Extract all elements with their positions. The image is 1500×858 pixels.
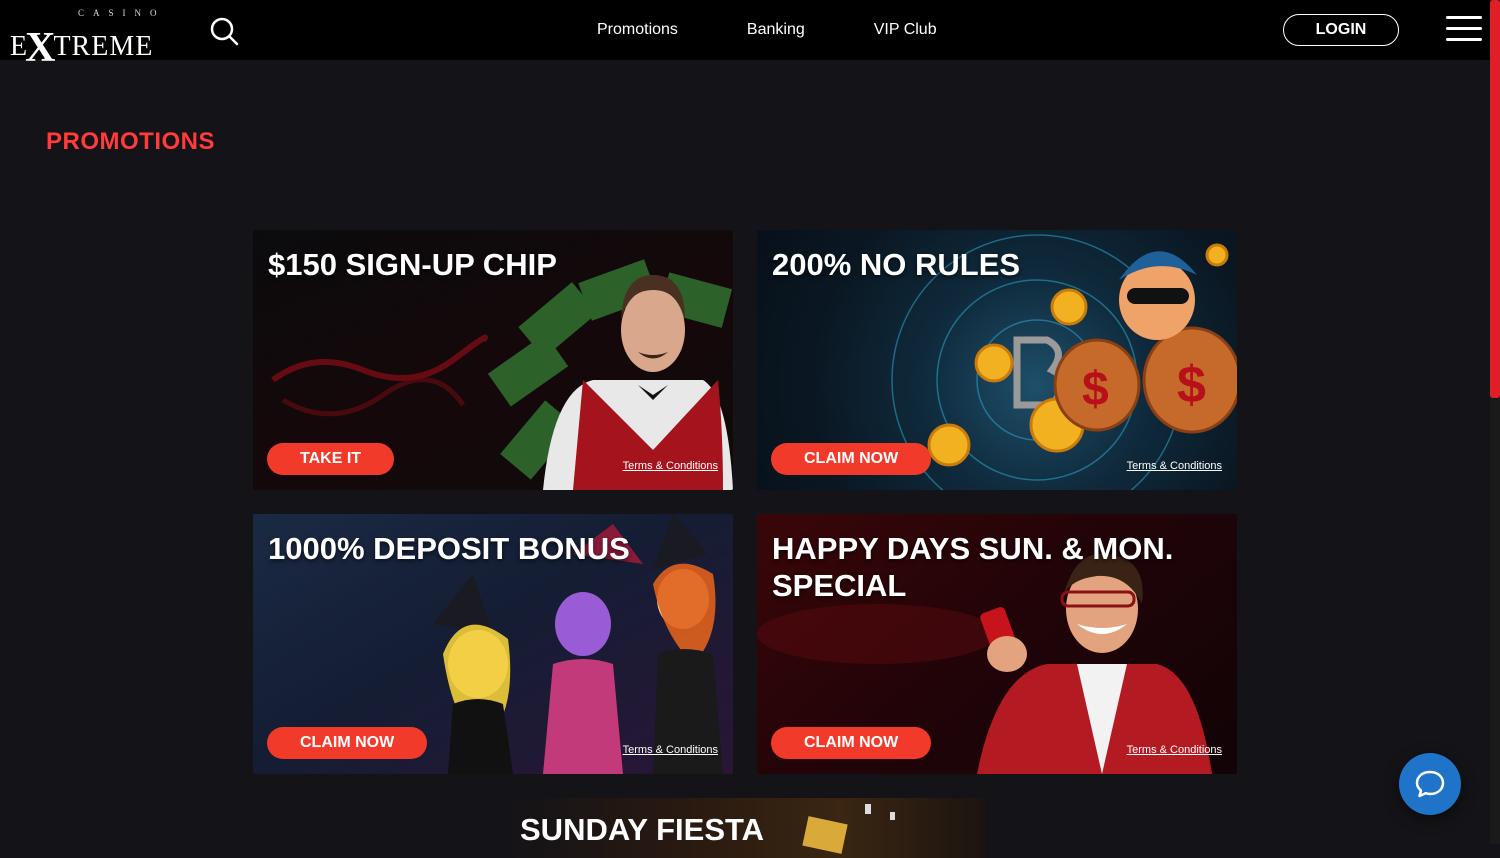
page-scrollbar[interactable] — [1490, 0, 1500, 844]
promo-title: HAPPY DAYS SUN. & MON. SPECIAL — [772, 531, 1174, 603]
nav-promotions[interactable]: Promotions — [597, 21, 678, 39]
claim-now-button[interactable]: CLAIM NOW — [771, 443, 932, 475]
promo-title: $150 SIGN-UP CHIP — [268, 247, 557, 282]
promo-card-happy-days[interactable]: HAPPY DAYS SUN. & MON. SPECIAL CLAIM NOW… — [757, 514, 1237, 774]
page-title: PROMOTIONS — [46, 128, 216, 155]
promo-title: 200% NO RULES — [772, 247, 1021, 282]
svg-text:$: $ — [1082, 363, 1109, 416]
terms-conditions-link[interactable]: Terms & Conditions — [1127, 460, 1222, 472]
nav-banking[interactable]: Banking — [747, 21, 805, 39]
take-it-button[interactable]: TAKE IT — [267, 443, 395, 475]
top-navigation-bar: CASINO EXTREME Promotions Banking VIP Cl… — [0, 0, 1490, 71]
live-chat-button[interactable] — [1399, 753, 1461, 815]
terms-conditions-link[interactable]: Terms & Conditions — [623, 460, 718, 472]
hamburger-menu-icon[interactable] — [1446, 16, 1482, 44]
promo-card-no-rules[interactable]: $ $ 200% NO RULES CLAIM NOW Terms & Cond… — [757, 230, 1237, 490]
main-nav: Promotions Banking VIP Club — [560, 0, 969, 60]
nav-vip-club[interactable]: VIP Club — [874, 21, 937, 39]
search-icon[interactable] — [208, 15, 240, 47]
terms-conditions-link[interactable]: Terms & Conditions — [623, 744, 718, 756]
claim-now-button[interactable]: CLAIM NOW — [771, 727, 932, 759]
chat-bubble-icon — [1415, 770, 1445, 798]
promo-card-sunday-fiesta[interactable]: SUNDAY FIESTA — [505, 798, 985, 858]
promo-title: 1000% DEPOSIT BONUS — [268, 531, 630, 566]
promo-card-deposit-bonus[interactable]: 1000% DEPOSIT BONUS CLAIM NOW Terms & Co… — [253, 514, 733, 774]
promo-card-signup-chip[interactable]: $150 SIGN-UP CHIP TAKE IT Terms & Condit… — [253, 230, 733, 490]
scrollbar-thumb[interactable] — [1490, 0, 1500, 398]
logo-casino-text: CASINO — [78, 8, 166, 18]
promo-title: SUNDAY FIESTA — [520, 812, 765, 847]
casino-extreme-logo[interactable]: CASINO EXTREME — [10, 8, 180, 71]
login-button[interactable]: LOGIN — [1283, 14, 1399, 46]
terms-conditions-link[interactable]: Terms & Conditions — [1127, 744, 1222, 756]
logo-extreme-text: EXTREME — [10, 25, 154, 71]
claim-now-button[interactable]: CLAIM NOW — [267, 727, 428, 759]
svg-text:$: $ — [1177, 356, 1206, 414]
